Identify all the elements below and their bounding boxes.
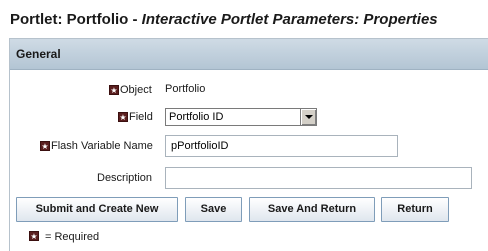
required-star-icon: ★ [40,141,50,151]
flash-variable-label: Flash Variable Name [51,140,153,152]
field-select[interactable]: Portfolio ID [165,108,317,126]
page-title-separator: - [132,11,138,28]
object-value: Portfolio [165,83,206,95]
page-title: Portlet: Portfolio - Interactive Portlet… [10,11,438,28]
field-label: Field [129,111,153,123]
flash-variable-input[interactable] [165,135,398,157]
required-star-icon: ★ [29,231,39,241]
return-button[interactable]: Return [381,197,449,222]
save-and-return-button[interactable]: Save And Return [249,197,375,222]
section-title: General [16,47,61,61]
required-star-icon: ★ [118,112,128,122]
description-label: Description [97,172,153,184]
submit-and-create-new-button[interactable]: Submit and Create New [16,197,178,222]
field-select-value: Portfolio ID [169,111,224,123]
page-title-main: Portlet: Portfolio [10,11,129,28]
chevron-down-icon[interactable] [300,109,316,125]
required-legend-text: = Required [45,231,100,243]
description-input[interactable] [165,167,472,189]
save-button[interactable]: Save [185,197,242,222]
page-subtitle: Interactive Portlet Parameters: Properti… [141,11,438,28]
object-label: Object [120,84,152,96]
section-header: General [10,39,488,70]
required-star-icon: ★ [109,85,119,95]
